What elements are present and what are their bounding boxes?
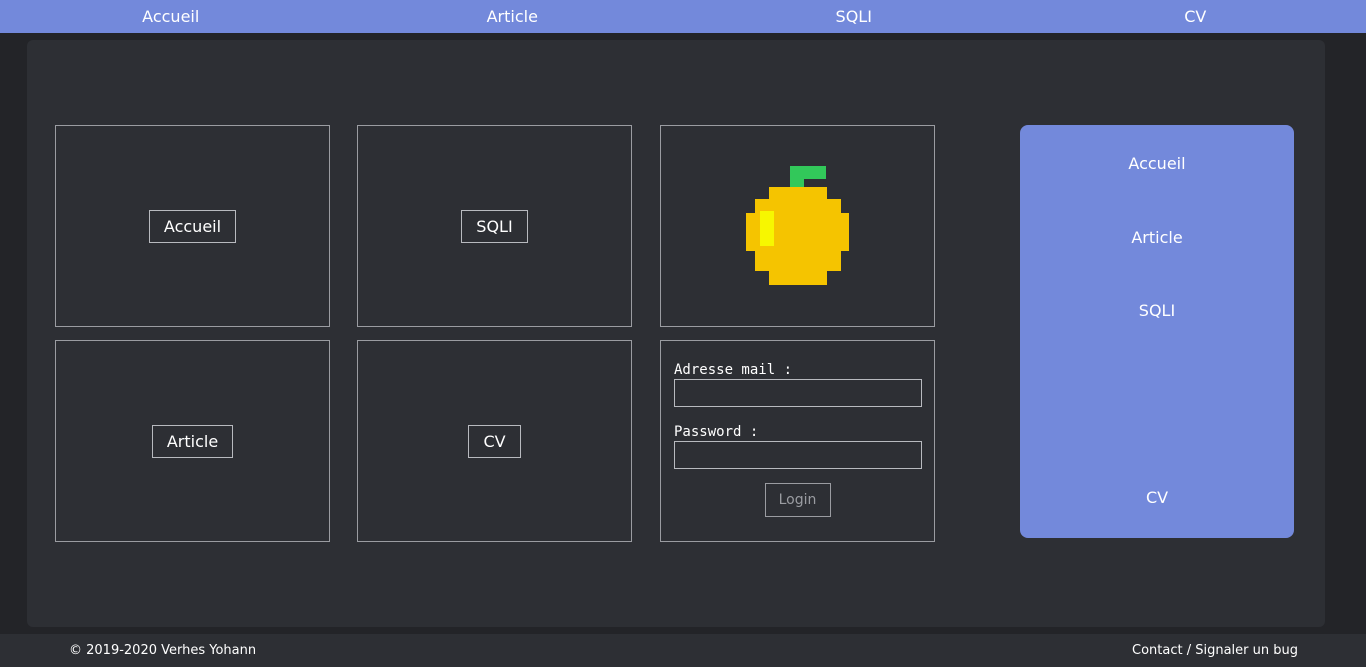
article-button[interactable]: Article: [151, 424, 234, 458]
email-label: Adresse mail :: [674, 362, 793, 378]
tile-logo: [660, 125, 935, 327]
copyright-text: © 2019-2020 Verhes Yohann: [69, 643, 257, 658]
top-navigation: Accueil Article SQLI CV: [0, 0, 1366, 33]
tile-accueil: Accueil: [55, 125, 330, 327]
email-field[interactable]: [674, 379, 922, 407]
main-panel: Accueil SQLI Article CV Adresse mail : P…: [27, 40, 1325, 627]
password-label: Password :: [674, 424, 759, 440]
sqli-button[interactable]: SQLI: [461, 209, 528, 243]
topnav-accueil-link[interactable]: Accueil: [0, 0, 342, 33]
pixel-fruit-icon: [745, 166, 849, 285]
login-button[interactable]: Login: [764, 483, 831, 517]
login-form: Adresse mail : Password : Login: [660, 340, 935, 542]
footer: © 2019-2020 Verhes Yohann Contact / Sign…: [0, 634, 1366, 667]
password-field[interactable]: [674, 441, 922, 469]
cv-button[interactable]: CV: [468, 424, 521, 458]
sidebar-item-sqli[interactable]: SQLI: [1020, 301, 1294, 320]
sidebar-item-cv[interactable]: CV: [1020, 488, 1294, 507]
topnav-cv-link[interactable]: CV: [1025, 0, 1366, 33]
sidebar-item-article[interactable]: Article: [1020, 228, 1294, 247]
contact-link[interactable]: Contact / Signaler un bug: [1132, 643, 1298, 658]
tile-cv: CV: [357, 340, 632, 542]
sidebar-item-accueil[interactable]: Accueil: [1020, 154, 1294, 173]
accueil-button[interactable]: Accueil: [148, 209, 237, 243]
topnav-article-link[interactable]: Article: [342, 0, 684, 33]
sidebar-menu: Accueil Article SQLI CV: [1020, 125, 1294, 538]
topnav-sqli-link[interactable]: SQLI: [683, 0, 1025, 33]
tile-sqli: SQLI: [357, 125, 632, 327]
tile-article: Article: [55, 340, 330, 542]
